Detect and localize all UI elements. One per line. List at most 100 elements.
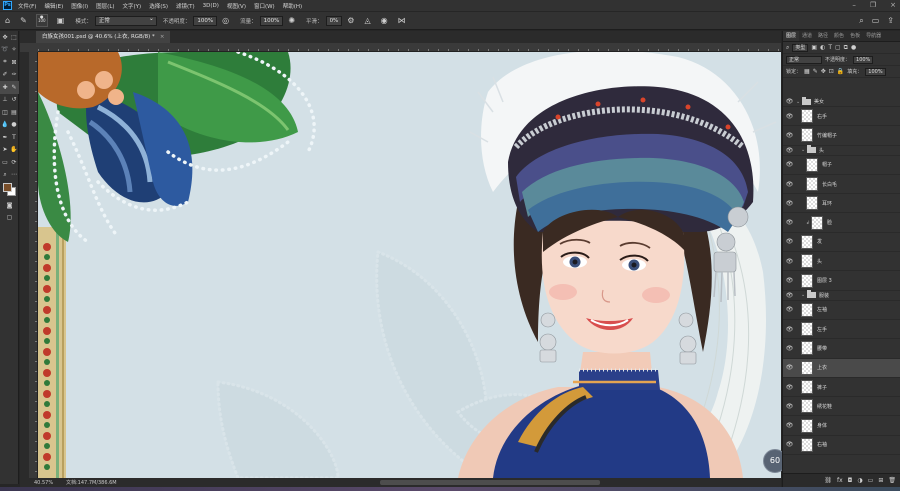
tab-swatches[interactable]: 色板 [847, 31, 863, 41]
layer-thumbnail[interactable] [811, 215, 823, 230]
blur-tool-icon[interactable]: 💧 [1, 121, 9, 128]
opacity-field[interactable]: 100% [193, 15, 218, 26]
mask-icon[interactable]: ◘ [848, 477, 853, 484]
layer-thumbnail[interactable] [801, 234, 813, 249]
new-layer-icon[interactable]: ⊞ [878, 477, 883, 484]
layer-thumbnail[interactable] [801, 399, 813, 414]
layer-name[interactable]: 长白毛 [822, 181, 837, 188]
lock-position-icon[interactable]: ✥ [821, 68, 826, 75]
visibility-eye-icon[interactable]: 👁 [783, 326, 796, 333]
layer-row[interactable]: 👁 发 [783, 233, 900, 253]
layer-row[interactable]: 👁 帽子 [783, 156, 900, 175]
zoom-level[interactable]: 40.57% [20, 480, 53, 486]
layer-row[interactable]: 👁 耳环 [783, 194, 900, 214]
layer-name[interactable]: 裤子 [817, 384, 827, 391]
layer-name[interactable]: 右手 [817, 113, 827, 120]
visibility-eye-icon[interactable]: 👁 [783, 113, 796, 120]
filter-type-icon[interactable]: T [828, 44, 832, 51]
smoothing-options-icon[interactable]: ⚙ [347, 16, 354, 25]
marquee-tool-icon[interactable]: ⬚ [10, 34, 18, 41]
visibility-eye-icon[interactable]: 👁 [783, 292, 796, 299]
airbrush-icon[interactable]: ✺ [288, 16, 295, 25]
layer-name[interactable]: 右袖 [817, 441, 827, 448]
dodge-tool-icon[interactable]: ● [10, 121, 18, 128]
layer-thumbnail[interactable] [806, 157, 818, 172]
rectangle-tool-icon[interactable]: ▭ [1, 159, 9, 166]
restore-icon[interactable]: ❐ [870, 1, 876, 9]
layer-row[interactable]: 👁 上衣 [783, 358, 900, 378]
brush-preset-picker[interactable]: ● 100 [35, 14, 48, 27]
visibility-eye-icon[interactable]: 👁 [783, 200, 796, 207]
visibility-eye-icon[interactable]: 👁 [783, 403, 796, 410]
layer-row[interactable]: 👁 右袖 [783, 436, 900, 456]
close-icon[interactable]: × [890, 1, 896, 9]
visibility-eye-icon[interactable]: 👁 [783, 219, 796, 226]
horizontal-scrollbar[interactable] [380, 480, 600, 485]
visibility-eye-icon[interactable]: 👁 [783, 147, 796, 154]
delete-layer-icon[interactable]: 🗑 [888, 477, 896, 484]
layer-name[interactable]: 左袖 [817, 306, 827, 313]
layer-row[interactable]: 👁 右手 [783, 107, 900, 127]
lock-image-icon[interactable]: ✎ [813, 68, 818, 75]
frame-tool-icon[interactable]: ⊠ [10, 59, 18, 66]
clone-stamp-tool-icon[interactable]: ⊥ [1, 96, 9, 103]
link-layers-icon[interactable]: ⛓ [824, 477, 832, 484]
menu-file[interactable]: 文件(F) [18, 2, 36, 10]
visibility-eye-icon[interactable]: 👁 [783, 422, 796, 429]
layer-thumbnail[interactable] [801, 341, 813, 356]
visibility-eye-icon[interactable]: 👁 [783, 98, 796, 105]
panel-opacity-field[interactable]: 100% [853, 55, 874, 64]
layer-name[interactable]: 美女 [814, 98, 824, 105]
layer-thumbnail[interactable] [801, 254, 813, 269]
layer-name[interactable]: 头 [817, 258, 822, 265]
document-info[interactable]: 文档:147.7M/386.6M [66, 479, 117, 486]
healing-tool-icon[interactable]: ✚ [1, 84, 9, 91]
layer-name[interactable]: 图层 3 [817, 277, 832, 284]
lock-artboard-icon[interactable]: ⊡ [829, 68, 834, 75]
type-tool-icon[interactable]: T [10, 134, 18, 141]
kind-filter-select[interactable]: 类型 [792, 43, 809, 52]
zoom-tool-icon[interactable]: ⌕ [1, 171, 9, 179]
filter-pixel-icon[interactable]: ▣ [811, 44, 817, 51]
menu-select[interactable]: 选择(S) [149, 2, 168, 10]
move-tool-icon[interactable]: ✥ [1, 34, 9, 41]
gradient-tool-icon[interactable]: ▤ [10, 109, 18, 116]
mode-select[interactable]: 正常 [94, 15, 157, 26]
layer-row[interactable]: 👁 左手 [783, 320, 900, 340]
menu-image[interactable]: 图像(I) [71, 2, 88, 10]
layer-row[interactable]: 👁 裤子 [783, 378, 900, 398]
menu-view[interactable]: 视图(V) [227, 2, 246, 10]
hand-tool-icon[interactable]: ✋ [10, 146, 18, 153]
layer-thumbnail[interactable] [801, 273, 813, 288]
quick-mask-icon[interactable]: ◙ [6, 202, 14, 209]
layer-thumbnail[interactable] [806, 196, 818, 211]
layer-name[interactable]: 上衣 [817, 364, 827, 371]
history-brush-tool-icon[interactable]: ↺ [10, 96, 18, 103]
layer-name[interactable]: 身体 [817, 422, 827, 429]
filter-shape-icon[interactable]: ▢ [835, 44, 841, 51]
menu-layer[interactable]: 图层(L) [96, 2, 114, 10]
layer-row[interactable]: 👁 竹编帽子 [783, 126, 900, 146]
layer-row[interactable]: 👁 头 [783, 252, 900, 272]
crop-tool-icon[interactable]: ⌗ [1, 58, 9, 66]
tab-close-icon[interactable]: × [160, 34, 165, 40]
filter-toggle-icon[interactable]: ● [851, 44, 856, 51]
workspace-icon[interactable]: ▭ [872, 16, 880, 26]
vertical-ruler[interactable] [29, 52, 38, 478]
document-tab[interactable]: 白族女孩001.psd @ 40.6% (上衣, RGB/8) * × [36, 31, 171, 43]
home-icon[interactable]: ⌂ [5, 16, 10, 25]
tab-layers[interactable]: 图层 [783, 31, 800, 41]
layer-row[interactable]: 👁 长白毛 [783, 175, 900, 195]
lock-all-icon[interactable]: 🔒 [837, 68, 844, 75]
visibility-eye-icon[interactable]: 👁 [783, 345, 796, 352]
flow-field[interactable]: 100% [259, 15, 284, 26]
menu-3d[interactable]: 3D(D) [203, 3, 219, 9]
symmetry-icon[interactable]: ⋈ [398, 16, 406, 25]
layer-row[interactable]: 👁 腰带 [783, 339, 900, 359]
layer-name[interactable]: 头 [819, 147, 824, 154]
layer-thumbnail[interactable] [801, 128, 813, 143]
lasso-tool-icon[interactable]: ➰ [1, 46, 9, 53]
menu-filter[interactable]: 滤镜(T) [176, 2, 195, 10]
filter-smart-icon[interactable]: ⧉ [844, 44, 848, 52]
ruler-tool-icon[interactable]: ✑ [10, 71, 18, 78]
